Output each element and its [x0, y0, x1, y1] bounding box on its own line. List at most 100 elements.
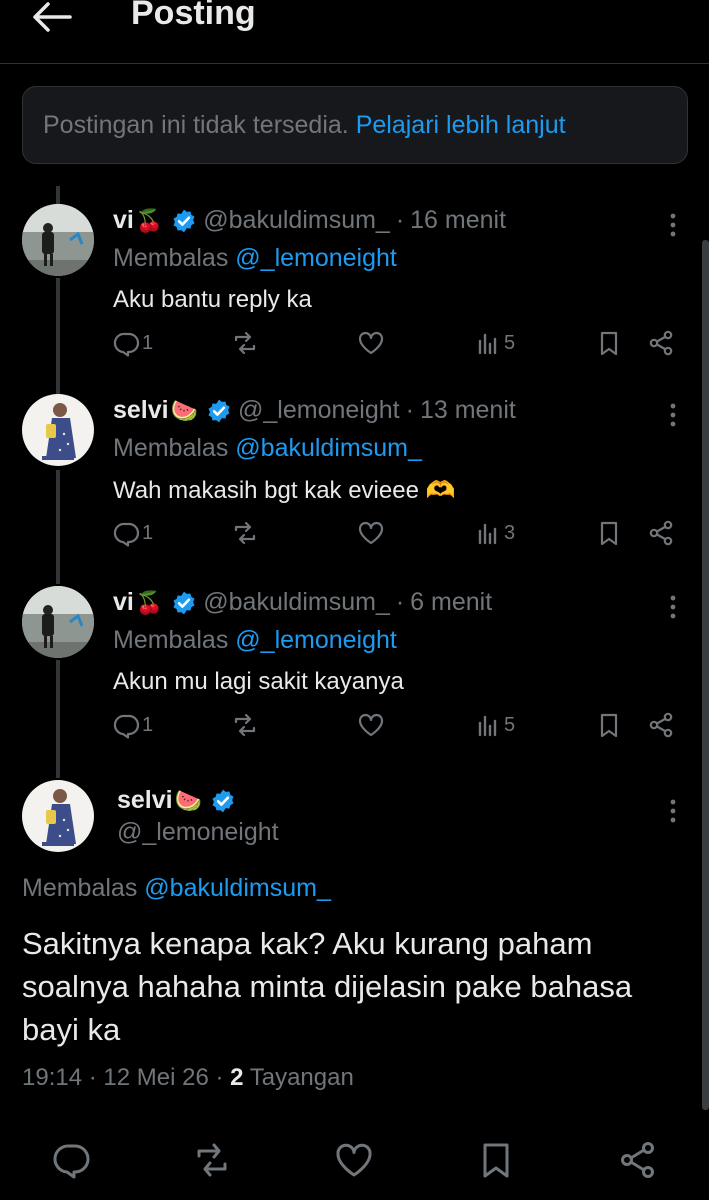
- action-bar: 1 5: [113, 708, 693, 742]
- share-button[interactable]: [618, 1140, 658, 1180]
- avatar[interactable]: [22, 204, 94, 276]
- share-icon: [649, 712, 673, 738]
- views-button[interactable]: 3: [475, 516, 515, 550]
- mention-link[interactable]: @_lemoneight: [235, 626, 397, 654]
- repost-button[interactable]: [231, 516, 259, 550]
- reply-button[interactable]: [52, 1140, 92, 1180]
- post-text: Wah makasih bgt kak evieee 🫶: [113, 477, 456, 504]
- verified-badge-icon: [208, 399, 230, 422]
- handle: @_lemoneight: [238, 396, 400, 424]
- avatar[interactable]: [22, 586, 94, 658]
- bookmark-icon: [600, 521, 618, 546]
- display-name[interactable]: vi: [113, 588, 134, 617]
- heart-icon: [358, 713, 384, 737]
- reply-icon: [113, 714, 140, 739]
- verified-badge-icon: [212, 789, 234, 812]
- reply-button[interactable]: 1: [113, 708, 153, 742]
- repost-icon: [234, 331, 256, 355]
- like-button[interactable]: [357, 326, 385, 360]
- mention-link[interactable]: @_lemoneight: [235, 244, 397, 272]
- main-post: selvi 🍉 @_lemoneight Membalas @bakuldims…: [0, 780, 709, 1200]
- cherry-emoji: 🍒: [135, 207, 164, 233]
- reply-button[interactable]: 1: [113, 326, 153, 360]
- handle: @bakuldimsum_: [203, 588, 390, 616]
- bookmark-icon: [483, 1143, 509, 1178]
- reply-count: 1: [142, 713, 154, 736]
- mention-link[interactable]: @bakuldimsum_: [144, 874, 331, 902]
- heart-icon: [336, 1143, 372, 1177]
- watermelon-emoji: 🍉: [174, 787, 203, 813]
- reply-icon: [113, 332, 140, 357]
- like-button[interactable]: [334, 1140, 374, 1180]
- like-button[interactable]: [357, 708, 385, 742]
- views-icon: [478, 715, 497, 737]
- like-button[interactable]: [357, 516, 385, 550]
- share-icon: [621, 1142, 654, 1178]
- bookmark-icon: [600, 713, 618, 738]
- replying-to-label: Membalas: [113, 434, 229, 462]
- thread-line: [56, 186, 60, 204]
- share-icon: [649, 330, 673, 356]
- timestamp[interactable]: 6 menit: [410, 588, 492, 617]
- bookmark-button[interactable]: [476, 1140, 516, 1180]
- reply-post[interactable]: vi 🍒 @bakuldimsum_ · 16 menit Membalas @…: [0, 204, 709, 394]
- avatar[interactable]: [22, 780, 94, 852]
- heart-icon: [358, 331, 384, 355]
- more-options-icon[interactable]: [663, 594, 683, 620]
- views-icon: [478, 523, 497, 545]
- share-button[interactable]: [647, 708, 675, 742]
- bookmark-button[interactable]: [595, 708, 623, 742]
- reply-button[interactable]: 1: [113, 516, 153, 550]
- notice-text: Postingan ini tidak tersedia.: [43, 111, 349, 139]
- back-arrow-icon[interactable]: [30, 0, 72, 34]
- views-label: Tayangan: [249, 1064, 354, 1091]
- reply-icon: [113, 522, 140, 547]
- view-count: 2: [230, 1064, 244, 1091]
- views-button[interactable]: 5: [475, 708, 515, 742]
- repost-icon: [234, 521, 256, 545]
- repost-icon: [234, 713, 256, 737]
- display-name[interactable]: vi: [113, 206, 134, 235]
- page-title: Posting: [131, 0, 256, 32]
- bookmark-button[interactable]: [595, 516, 623, 550]
- display-name[interactable]: selvi: [113, 396, 169, 425]
- post-date[interactable]: 12 Mei 26: [103, 1064, 208, 1091]
- replying-to-label: Membalas: [113, 244, 229, 272]
- timestamp[interactable]: 13 menit: [420, 396, 516, 425]
- repost-button[interactable]: [231, 708, 259, 742]
- action-bar: 1 5: [113, 326, 693, 360]
- avatar[interactable]: [22, 394, 94, 466]
- heart-icon: [358, 521, 384, 545]
- repost-button[interactable]: [231, 326, 259, 360]
- share-button[interactable]: [647, 516, 675, 550]
- reply-count: 1: [142, 521, 154, 544]
- more-options-icon[interactable]: [663, 402, 683, 428]
- mention-link[interactable]: @bakuldimsum_: [235, 434, 422, 462]
- replying-to-label: Membalas: [113, 626, 229, 654]
- more-options-icon[interactable]: [663, 212, 683, 238]
- view-count: 5: [504, 713, 516, 736]
- repost-button[interactable]: [192, 1140, 232, 1180]
- verified-badge-icon: [173, 209, 195, 232]
- post-text: Aku bantu reply ka: [113, 286, 312, 313]
- more-options-icon[interactable]: [663, 798, 683, 824]
- handle: @_lemoneight: [117, 818, 279, 846]
- reply-post[interactable]: selvi 🍉 @_lemoneight · 13 menit Membalas…: [0, 394, 709, 584]
- reply-post[interactable]: vi 🍒 @bakuldimsum_ · 6 menit Membalas @_…: [0, 586, 709, 776]
- action-bar: 1 3: [113, 516, 693, 550]
- bookmark-button[interactable]: [595, 326, 623, 360]
- verified-badge-icon: [173, 591, 195, 614]
- scrollbar[interactable]: [702, 240, 709, 1110]
- share-button[interactable]: [647, 326, 675, 360]
- timestamp[interactable]: 16 menit: [410, 206, 506, 235]
- post-text: Sakitnya kenapa kak? Aku kurang paham so…: [22, 926, 633, 1047]
- views-icon: [478, 333, 497, 355]
- top-bar: Posting: [0, 0, 709, 64]
- display-name[interactable]: selvi: [117, 786, 173, 815]
- views-button[interactable]: 5: [475, 326, 515, 360]
- post-text: Akun mu lagi sakit kayanya: [113, 668, 404, 695]
- reply-icon: [53, 1144, 90, 1179]
- learn-more-link[interactable]: Pelajari lebih lanjut: [356, 111, 566, 139]
- replying-to-label: Membalas: [22, 874, 138, 902]
- post-time[interactable]: 19:14: [22, 1064, 82, 1091]
